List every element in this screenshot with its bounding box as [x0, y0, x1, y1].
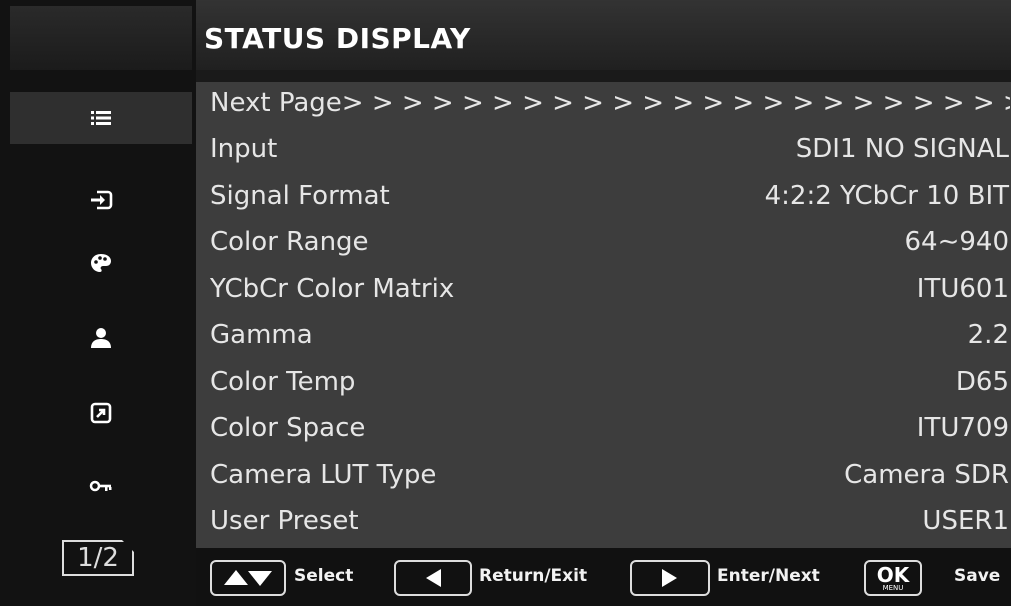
status-row-camera-lut: Camera LUT Type Camera SDR — [196, 454, 1011, 500]
sidebar-item-shortcut[interactable] — [10, 387, 192, 439]
status-value: ITU601 — [916, 274, 1009, 304]
status-panel: Next Page> > > > > > > > > > > > > > > >… — [196, 82, 1011, 548]
return-exit-label: Return/Exit — [479, 566, 588, 586]
status-value: D65 — [955, 367, 1009, 397]
enter-next-label: Enter/Next — [717, 566, 820, 586]
status-value: Camera SDR — [844, 460, 1009, 490]
status-value: 4:2:2 YCbCr 10 BIT — [764, 181, 1009, 211]
sidebar-item-input[interactable] — [10, 174, 192, 226]
status-row-gamma: Gamma 2.2 — [196, 314, 1011, 360]
sidebar-item-color[interactable] — [10, 237, 192, 289]
status-label: YCbCr Color Matrix — [210, 274, 455, 304]
key-icon — [89, 480, 112, 492]
status-row-color-space: Color Space ITU709 — [196, 407, 1011, 453]
status-label: Gamma — [210, 320, 313, 350]
status-row-color-matrix: YCbCr Color Matrix ITU601 — [196, 268, 1011, 314]
ok-menu-key[interactable]: OK MENU — [864, 560, 922, 596]
return-key[interactable] — [394, 560, 472, 596]
status-label: User Preset — [210, 506, 359, 536]
user-icon — [91, 328, 111, 348]
status-row-signal-format: Signal Format 4:2:2 YCbCr 10 BIT — [196, 175, 1011, 221]
select-key[interactable] — [210, 560, 286, 596]
status-label: Input — [210, 134, 278, 164]
status-label: Color Space — [210, 413, 366, 443]
left-arrow-icon — [426, 569, 441, 587]
enter-key[interactable] — [630, 560, 710, 596]
sidebar-header — [10, 6, 192, 70]
right-arrow-icon — [662, 569, 677, 587]
page-header: STATUS DISPLAY — [196, 0, 1011, 70]
shortcut-icon — [90, 402, 112, 424]
menu-text: MENU — [882, 583, 904, 592]
sidebar: 1/2 — [0, 0, 196, 606]
status-row-user-preset: User Preset USER1 — [196, 500, 1011, 546]
select-label: Select — [294, 566, 354, 586]
status-row-color-range: Color Range 64∼940 — [196, 221, 1011, 267]
ok-text: OK — [876, 562, 910, 587]
status-label: Color Temp — [210, 367, 356, 397]
status-label: Color Range — [210, 227, 369, 257]
status-row-color-temp: Color Temp D65 — [196, 361, 1011, 407]
next-page-label: Next Page> > > > > > > > > > > > > > > >… — [210, 88, 1010, 118]
page-title: STATUS DISPLAY — [204, 22, 471, 55]
sidebar-item-user[interactable] — [10, 312, 192, 364]
list-icon — [91, 111, 111, 125]
status-value: USER1 — [922, 506, 1009, 536]
status-row-input: Input SDI1 NO SIGNAL — [196, 128, 1011, 174]
sidebar-item-system[interactable] — [10, 460, 192, 512]
status-value: 64∼940 — [904, 227, 1010, 257]
ok-menu-icon: OK MENU — [873, 562, 913, 592]
sidebar-item-status[interactable] — [10, 92, 192, 144]
up-down-arrows-icon — [224, 570, 272, 586]
status-value: SDI1 NO SIGNAL — [795, 134, 1009, 164]
page-indicator: 1/2 — [62, 540, 134, 576]
status-value: ITU709 — [916, 413, 1009, 443]
key-guide-bar: Select Return/Exit Enter/Next OK MENU Sa… — [196, 548, 1011, 606]
next-page-row[interactable]: Next Page> > > > > > > > > > > > > > > >… — [196, 82, 1011, 128]
status-label: Signal Format — [210, 181, 390, 211]
status-value: 2.2 — [967, 320, 1009, 350]
palette-icon — [91, 254, 111, 272]
status-label: Camera LUT Type — [210, 460, 437, 490]
save-label: Save — [954, 566, 1001, 586]
input-icon — [91, 190, 113, 210]
